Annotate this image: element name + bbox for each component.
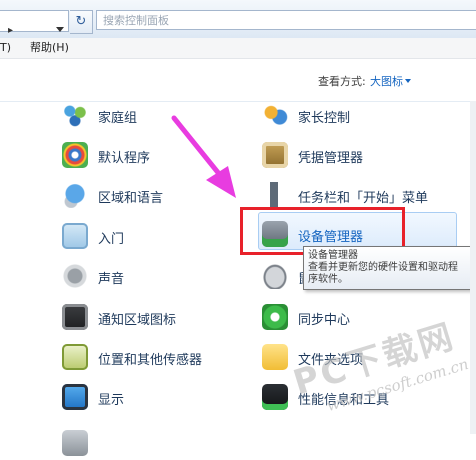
menu-bar: T) 帮助(H) xyxy=(0,38,476,59)
chevron-down-icon[interactable] xyxy=(405,79,411,83)
view-by-label: 查看方式: xyxy=(318,75,366,88)
item-label: 默认程序 xyxy=(98,151,151,166)
item-label: 家长控制 xyxy=(298,111,351,126)
folder-icon xyxy=(262,344,288,370)
refresh-button[interactable]: ↻ xyxy=(70,10,93,34)
taskbar-icon xyxy=(262,182,288,208)
homegroup-icon xyxy=(62,102,88,128)
performance-icon xyxy=(262,384,288,410)
credential-vault-icon xyxy=(262,142,288,168)
item-label: 声音 xyxy=(98,272,125,287)
sync-icon xyxy=(262,304,288,330)
speaker-icon xyxy=(62,263,88,289)
menu-item-tools[interactable]: T) xyxy=(0,38,11,58)
arrow-head xyxy=(206,166,236,198)
notification-area-icon xyxy=(62,304,88,330)
tooltip: 设备管理器 查看并更新您的硬件设置和驱动程序软件。 xyxy=(303,246,471,290)
globe-clock-icon xyxy=(62,182,88,208)
item-label: 任务栏和「开始」菜单 xyxy=(298,191,429,206)
scrollbar[interactable] xyxy=(470,101,476,434)
getting-started-icon xyxy=(62,223,88,249)
item-label: 区域和语言 xyxy=(98,191,164,206)
view-by-dropdown[interactable]: 大图标 xyxy=(370,73,403,89)
item-label: 凭据管理器 xyxy=(298,151,364,166)
item-label: 位置和其他传感器 xyxy=(98,353,203,368)
search-input[interactable]: 搜索控制面板 xyxy=(96,10,476,30)
item-label: 显示 xyxy=(98,393,125,408)
mouse-icon xyxy=(262,263,288,289)
item-label: 家庭组 xyxy=(98,111,138,126)
address-field[interactable]: ▸ xyxy=(0,10,69,36)
default-programs-icon xyxy=(62,142,88,168)
item-label: 通知区域图标 xyxy=(98,313,177,328)
tooltip-title: 设备管理器 xyxy=(308,250,358,261)
monitor-icon xyxy=(62,384,88,410)
item-label: 同步中心 xyxy=(298,313,351,328)
breadcrumb-separator-icon: ▸ xyxy=(8,25,14,36)
address-bar: ▸ ↻ 搜索控制面板 xyxy=(0,0,476,39)
menu-item-help[interactable]: 帮助(H) xyxy=(30,38,69,58)
chevron-down-icon[interactable] xyxy=(56,27,64,32)
location-sensor-icon xyxy=(62,344,88,370)
arrow-shaft xyxy=(171,115,227,183)
parental-controls-icon xyxy=(262,102,288,128)
item-label: 入门 xyxy=(98,232,125,247)
tooltip-description: 查看并更新您的硬件设置和驱动程序软件。 xyxy=(308,262,458,285)
